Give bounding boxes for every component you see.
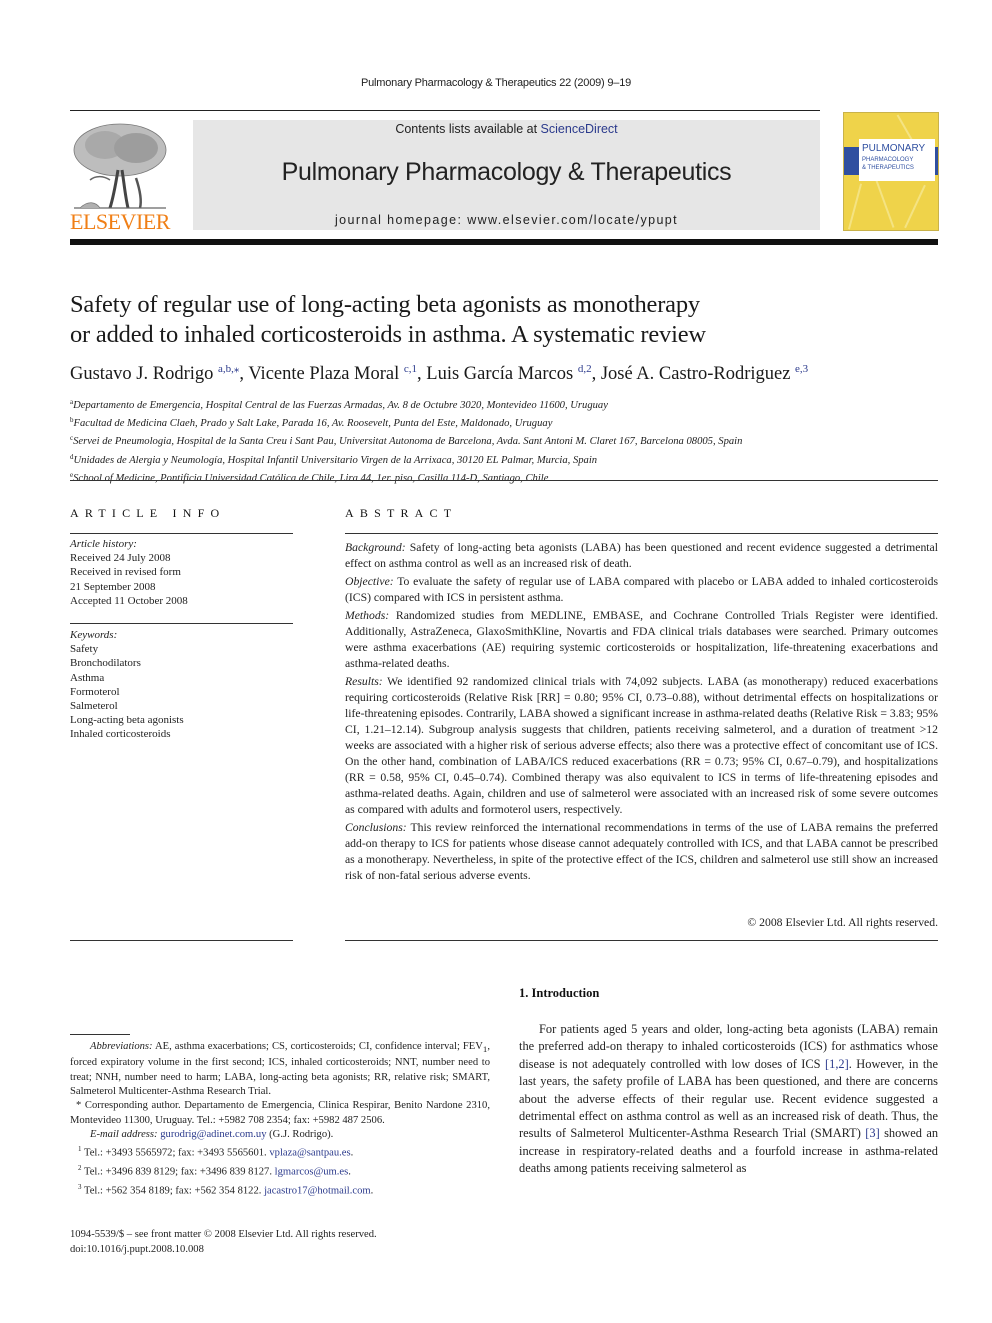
abstract-results: Results: We identified 92 randomized cli…	[345, 675, 938, 816]
sciencedirect-link[interactable]: ScienceDirect	[541, 122, 618, 136]
corresponding-author-note: * Corresponding author. Departamento de …	[70, 1100, 490, 1126]
running-head: Pulmonary Pharmacology & Therapeutics 22…	[360, 77, 632, 89]
keyword: Long-acting beta agonists	[70, 714, 184, 727]
abstract-body: Background: Safety of long-acting beta a…	[345, 540, 938, 886]
contents-line: Contents lists available at ScienceDirec…	[395, 122, 618, 136]
keyword: Asthma	[70, 671, 105, 684]
article-info-heading: ARTICLE INFO	[70, 506, 226, 520]
journal-homepage: journal homepage: www.elsevier.com/locat…	[334, 213, 679, 227]
homepage-link[interactable]: www.elsevier.com/locate/ypupt	[467, 213, 678, 227]
cover-title-line: & THERAPEUTICS	[862, 165, 914, 171]
affiliation-marker[interactable]: a,b,⁎	[218, 363, 239, 375]
introduction-body: For patients aged 5 years and older, lon…	[519, 1022, 939, 1176]
abstract-heading: ABSTRACT	[345, 506, 458, 520]
author: Vicente Plaza Moral c,1,	[248, 363, 427, 384]
citation-link[interactable]: [1,2]	[825, 1057, 849, 1071]
affiliation: aDepartamento de Emergencia, Hospital Ce…	[70, 398, 608, 411]
author: Luis García Marcos d,2,	[426, 363, 601, 384]
affiliation-marker[interactable]: c,1	[404, 363, 417, 375]
abstract-methods: Methods: Randomized studies from MEDLINE…	[345, 609, 938, 670]
footnote-rule	[70, 1034, 130, 1035]
email-link[interactable]: jacastro17@hotmail.com	[264, 1185, 371, 1196]
divider	[345, 533, 938, 534]
issn-line: 1094-5539/$ – see front matter © 2008 El…	[70, 1229, 377, 1240]
keyword: Formoterol	[70, 685, 120, 698]
contact-note: 1 Tel.: +3493 5565972; fax: +3493 556560…	[78, 1145, 354, 1159]
elsevier-wordmark[interactable]: ELSEVIER	[70, 209, 170, 235]
email-link[interactable]: gurodrig@adinet.com.uy	[160, 1129, 266, 1140]
citation-link[interactable]: [3]	[865, 1126, 879, 1140]
cover-decoration	[847, 183, 863, 230]
email-link[interactable]: lgmarcos@um.es	[275, 1167, 349, 1178]
author: José A. Castro-Rodriguez e,3	[600, 363, 809, 384]
keywords: Keywords: Safety Bronchodilators Asthma …	[70, 628, 294, 742]
keyword: Salmeterol	[70, 700, 118, 713]
affiliation: eSchool of Medicine, Pontificia Universi…	[70, 470, 549, 484]
journal-cover-thumbnail[interactable]: PULMONARY PHARMACOLOGY & THERAPEUTICS	[843, 112, 939, 231]
cover-title-line: PULMONARY	[862, 143, 926, 154]
cover-decoration	[875, 180, 895, 228]
affiliation: dUnidades de Alergia y Neumología, Hospi…	[70, 452, 598, 466]
article-title: Safety of regular use of long-acting bet…	[70, 291, 706, 348]
abstract-background: Background: Safety of long-acting beta a…	[345, 541, 938, 570]
section-divider	[70, 480, 938, 481]
affiliation: bFacultad de Medicina Claeh, Prado y Sal…	[70, 416, 553, 430]
doi-line[interactable]: doi:10.1016/j.pupt.2008.10.008	[70, 1243, 377, 1258]
copyright-notice: © 2008 Elsevier Ltd. All rights reserved…	[747, 916, 938, 929]
contact-note: 3 Tel.: +562 354 8189; fax: +562 354 812…	[78, 1182, 374, 1197]
affiliation-marker[interactable]: e,3	[795, 363, 808, 375]
keyword: Safety	[70, 643, 99, 656]
divider	[70, 940, 293, 941]
introduction-heading: 1. Introduction	[519, 986, 600, 1000]
abstract-conclusions: Conclusions: This review reinforced the …	[345, 821, 938, 882]
author: Gustavo J. Rodrigo a,b,⁎,	[70, 363, 249, 384]
affiliation-list: aDepartamento de Emergencia, Hospital Ce…	[70, 395, 950, 486]
article-history: Article history: Received 24 July 2008 R…	[70, 538, 188, 607]
cover-decoration	[904, 184, 926, 229]
issn-doi: 1094-5539/$ – see front matter © 2008 El…	[70, 1228, 377, 1257]
divider	[345, 940, 938, 941]
header-thick-rule	[70, 239, 938, 245]
top-rule	[70, 110, 820, 111]
divider	[70, 623, 293, 624]
email-link[interactable]: vplaza@santpau.es	[269, 1148, 350, 1159]
cover-title-line: PHARMACOLOGY	[862, 157, 914, 163]
keyword: Bronchodilators	[70, 657, 141, 670]
author-list: Gustavo J. Rodrigo a,b,⁎, Vicente Plaza …	[70, 362, 950, 385]
affiliation: cServei de Pneumologia, Hospital de la S…	[70, 434, 743, 448]
abstract-objective: Objective: To evaluate the safety of reg…	[345, 575, 938, 604]
cover-decoration	[896, 114, 914, 142]
affiliation-marker[interactable]: d,2	[578, 363, 592, 375]
abbreviations-note: Abbreviations: AE, asthma exacerbations;…	[70, 1041, 490, 1097]
journal-banner: Contents lists available at ScienceDirec…	[193, 120, 820, 230]
email-note: E-mail address: gurodrig@adinet.com.uy (…	[90, 1128, 334, 1140]
footnotes: Abbreviations: AE, asthma exacerbations;…	[70, 1040, 490, 1199]
contact-note: 2 Tel.: +3496 839 8129; fax: +3496 839 8…	[78, 1164, 351, 1178]
keyword: Inhaled corticosteroids	[70, 728, 171, 741]
divider	[70, 533, 293, 534]
journal-title: Pulmonary Pharmacology & Therapeutics	[281, 158, 732, 186]
